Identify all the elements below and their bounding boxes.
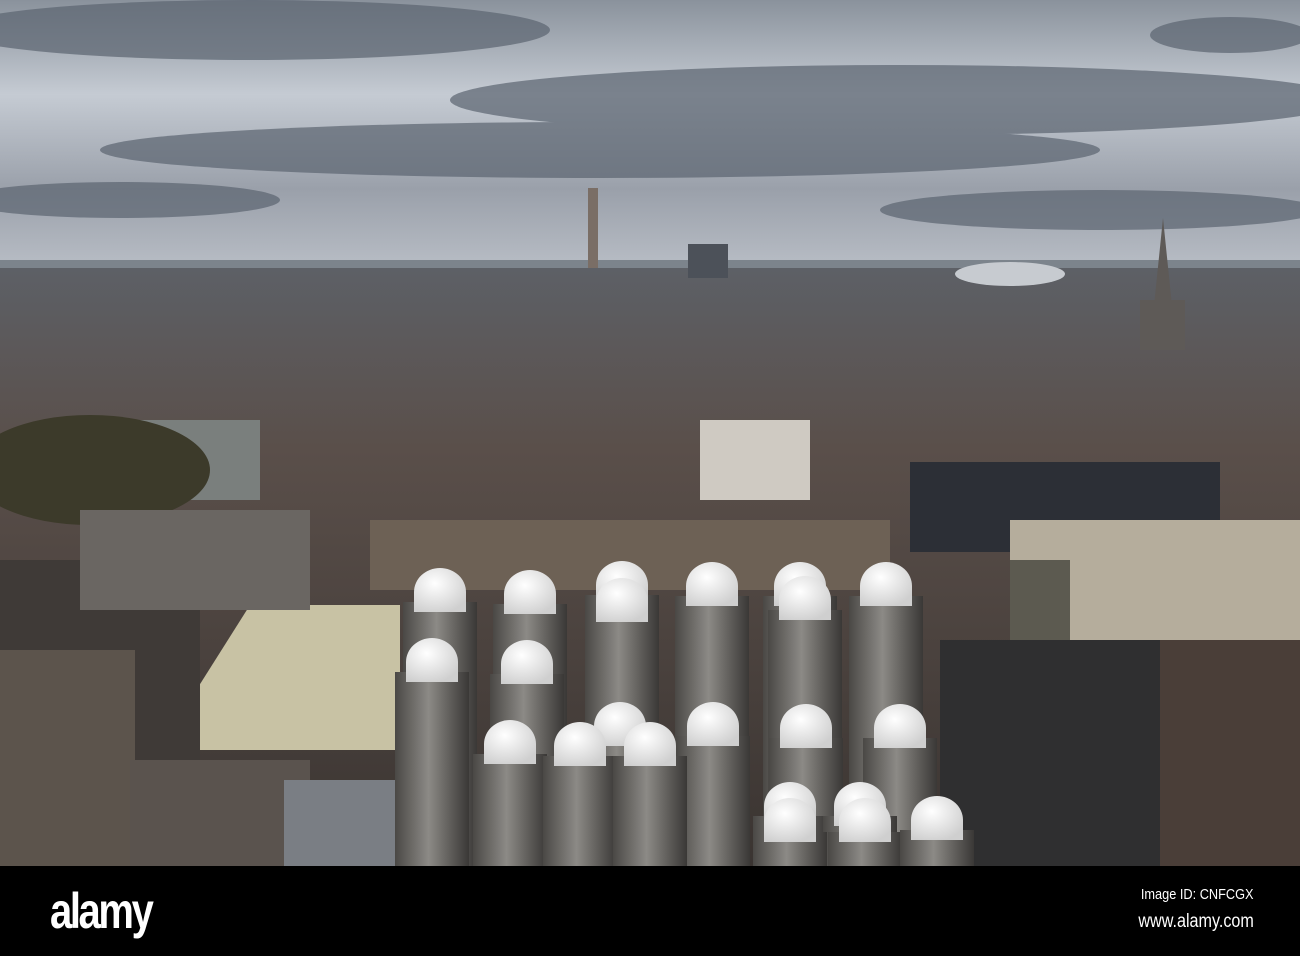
city-skyline-photo [0, 0, 1300, 866]
site-url[interactable]: www.alamy.com [1139, 911, 1254, 933]
stock-photo-page: alamy Image ID: CNFCGX www.alamy.com [0, 0, 1300, 956]
silo [473, 720, 547, 866]
silo-body [543, 756, 617, 866]
silo-body [676, 736, 750, 866]
silo-body [613, 756, 687, 866]
silo-body [473, 754, 547, 866]
silo [395, 638, 469, 866]
image-id: Image ID: CNFCGX [1141, 886, 1254, 903]
footer-bar: alamy Image ID: CNFCGX www.alamy.com [0, 866, 1300, 956]
alamy-logo: alamy [50, 883, 154, 939]
silo-body [395, 672, 469, 866]
silo [676, 702, 750, 866]
